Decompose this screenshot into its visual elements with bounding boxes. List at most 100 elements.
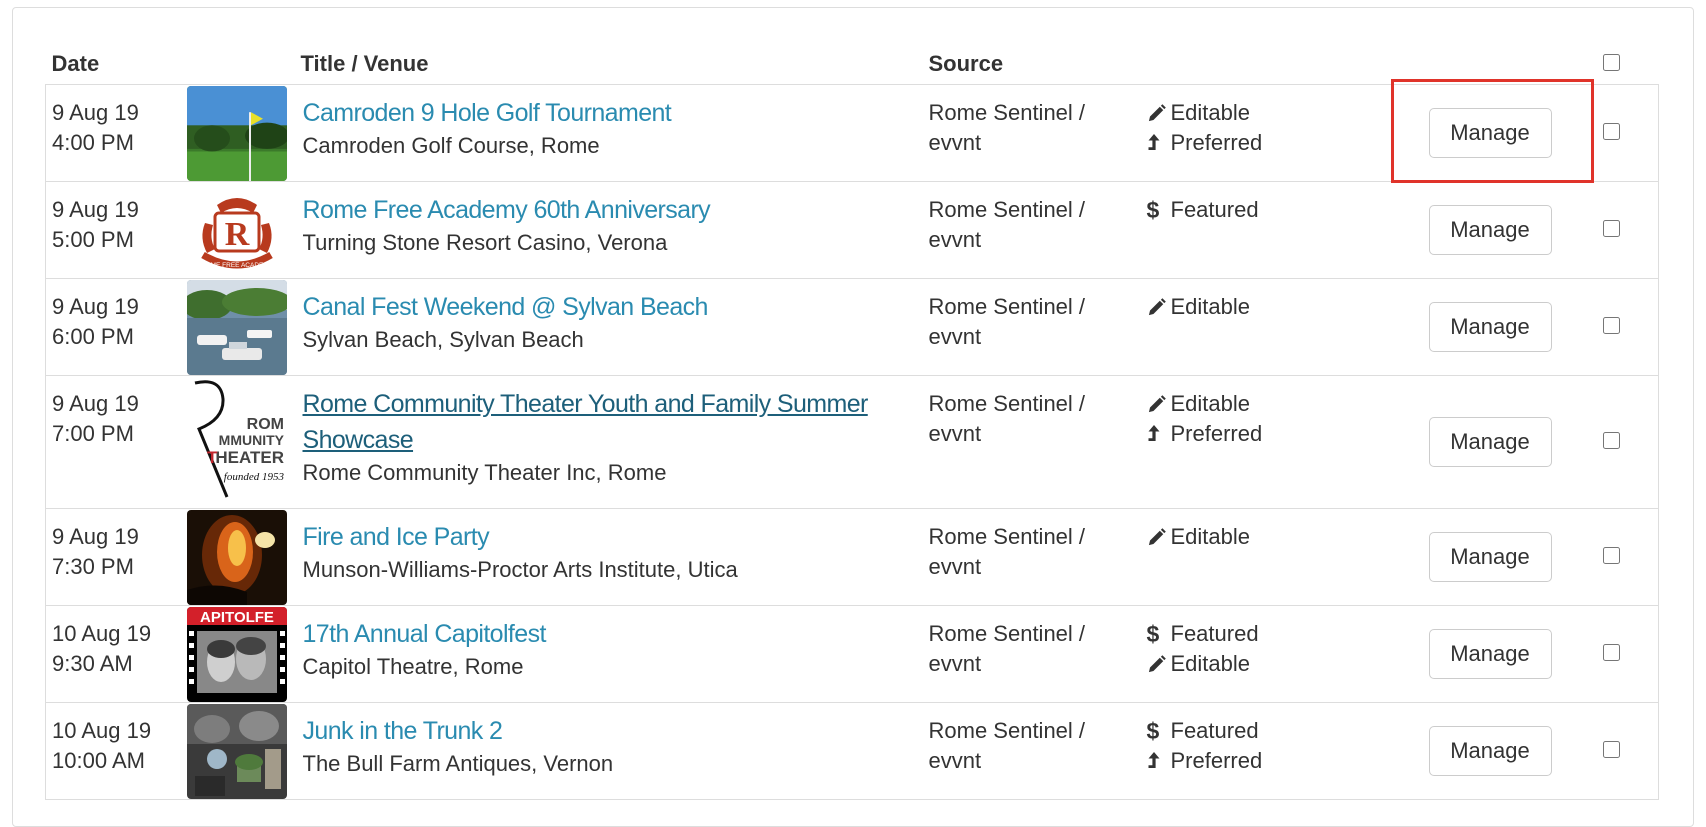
select-cell bbox=[1582, 84, 1659, 182]
event-time: 4:00 PM bbox=[52, 130, 134, 155]
row-select-checkbox[interactable] bbox=[1602, 432, 1620, 449]
source-column-header: Source bbox=[922, 44, 1141, 85]
source-cell: Rome Sentinel / evvnt bbox=[922, 84, 1141, 182]
pencil-icon bbox=[1147, 297, 1171, 317]
table-row: 9 Aug 19 7:30 PM Fire and Ice Party Muns… bbox=[45, 508, 1659, 606]
event-venue: Rome Community Theater Inc, Rome bbox=[302, 460, 667, 485]
event-date: 9 Aug 19 bbox=[52, 391, 139, 416]
row-select-checkbox[interactable] bbox=[1602, 317, 1620, 334]
source-line: Rome Sentinel / bbox=[928, 391, 1086, 416]
flag-label: Preferred bbox=[1170, 421, 1263, 446]
row-select-checkbox[interactable] bbox=[1602, 123, 1620, 140]
event-thumbnail[interactable]: ROM MMUNITY HEATER Tfounded 1953 bbox=[186, 377, 287, 508]
event-date: 9 Aug 19 bbox=[52, 197, 139, 222]
event-title-link[interactable]: 17th Annual Capitolfest bbox=[303, 616, 923, 652]
select-cell bbox=[1582, 508, 1659, 606]
pencil-icon bbox=[1147, 654, 1171, 674]
event-thumbnail[interactable]: APITOLFE bbox=[186, 607, 287, 702]
thumb-cell: APITOLFE bbox=[186, 605, 295, 703]
manage-button[interactable]: Manage bbox=[1428, 726, 1552, 776]
row-select-checkbox[interactable] bbox=[1602, 741, 1620, 758]
event-title-link[interactable]: Canal Fest Weekend @ Sylvan Beach bbox=[303, 289, 923, 325]
date-cell: 10 Aug 19 9:30 AM bbox=[45, 605, 187, 703]
event-title-link[interactable]: Junk in the Trunk 2 bbox=[303, 713, 923, 749]
source-line: Rome Sentinel / bbox=[928, 621, 1086, 646]
source-line: evvnt bbox=[928, 324, 982, 349]
event-thumbnail[interactable] bbox=[186, 704, 287, 799]
manage-button[interactable]: Manage bbox=[1428, 108, 1552, 158]
flag-label: Featured bbox=[1170, 197, 1259, 222]
flags-cell: Editable Preferred bbox=[1140, 375, 1329, 509]
table-row: 10 Aug 19 10:00 AM Junk in the Trunk 2 T… bbox=[45, 702, 1659, 800]
dollar-icon: $ bbox=[1146, 197, 1160, 223]
manage-cell: Manage bbox=[1328, 508, 1583, 606]
manage-cell: Manage bbox=[1328, 278, 1583, 376]
svg-text:R: R bbox=[224, 216, 249, 253]
source-line: evvnt bbox=[928, 130, 982, 155]
row-select-checkbox[interactable] bbox=[1602, 220, 1620, 237]
select-all-checkbox[interactable] bbox=[1602, 54, 1620, 71]
manage-cell: Manage bbox=[1328, 84, 1583, 182]
event-thumbnail[interactable] bbox=[186, 86, 287, 181]
manage-cell: Manage bbox=[1328, 375, 1583, 509]
flag-editable: Editable bbox=[1147, 522, 1329, 552]
event-time: 10:00 AM bbox=[52, 748, 145, 773]
dollar-icon: $ bbox=[1146, 718, 1160, 744]
manage-cell: Manage bbox=[1328, 702, 1583, 800]
source-cell: Rome Sentinel / evvnt bbox=[922, 181, 1141, 279]
event-venue: Sylvan Beach, Sylvan Beach bbox=[302, 327, 584, 352]
event-thumbnail[interactable] bbox=[186, 280, 287, 375]
svg-text:MMUNITY: MMUNITY bbox=[218, 432, 284, 448]
source-line: Rome Sentinel / bbox=[928, 294, 1086, 319]
title-venue-cell: Camroden 9 Hole Golf Tournament Camroden… bbox=[294, 84, 923, 182]
date-cell: 9 Aug 19 6:00 PM bbox=[45, 278, 187, 376]
date-cell: 9 Aug 19 7:30 PM bbox=[45, 508, 187, 606]
select-cell bbox=[1582, 605, 1659, 703]
source-line: evvnt bbox=[928, 651, 982, 676]
events-table: Date Title / Venue Source 9 Aug 19 4:00 … bbox=[45, 44, 1659, 800]
manage-button[interactable]: Manage bbox=[1428, 205, 1552, 255]
flag-label: Featured bbox=[1170, 621, 1259, 646]
event-date: 9 Aug 19 bbox=[52, 524, 139, 549]
manage-button[interactable]: Manage bbox=[1428, 532, 1552, 582]
table-header-row: Date Title / Venue Source bbox=[45, 44, 1659, 85]
manage-button[interactable]: Manage bbox=[1428, 302, 1552, 352]
event-venue: Munson-Williams-Proctor Arts Institute, … bbox=[302, 557, 738, 582]
event-venue: Capitol Theatre, Rome bbox=[302, 654, 524, 679]
source-line: Rome Sentinel / bbox=[928, 197, 1086, 222]
flag-preferred: Preferred bbox=[1147, 746, 1329, 776]
event-date: 9 Aug 19 bbox=[52, 100, 139, 125]
flag-editable: Editable bbox=[1147, 389, 1329, 419]
thumb-cell: ROM MMUNITY HEATER Tfounded 1953 bbox=[186, 375, 295, 509]
source-line: evvnt bbox=[928, 421, 982, 446]
flags-cell: Editable bbox=[1140, 278, 1329, 376]
row-select-checkbox[interactable] bbox=[1602, 547, 1620, 564]
event-thumbnail[interactable] bbox=[186, 510, 287, 605]
manage-button[interactable]: Manage bbox=[1428, 417, 1552, 467]
theater-logo-text: ROM bbox=[246, 416, 283, 433]
flag-label: Editable bbox=[1170, 524, 1251, 549]
svg-text:founded 1953: founded 1953 bbox=[223, 471, 284, 483]
thumb-cell bbox=[186, 84, 295, 182]
event-title-link[interactable]: Camroden 9 Hole Golf Tournament bbox=[303, 95, 923, 131]
flag-editable: Editable bbox=[1147, 98, 1329, 128]
manage-cell: Manage bbox=[1328, 605, 1583, 703]
flags-column-header bbox=[1140, 44, 1329, 85]
capitolfest-logo-text: APITOLFE bbox=[200, 609, 274, 626]
event-title-link[interactable]: Rome Free Academy 60th Anniversary bbox=[303, 192, 923, 228]
date-cell: 9 Aug 19 4:00 PM bbox=[45, 84, 187, 182]
event-thumbnail[interactable]: R ROME FREE ACADEMY bbox=[186, 183, 287, 278]
event-title-link[interactable]: Fire and Ice Party bbox=[303, 519, 923, 555]
row-select-checkbox[interactable] bbox=[1602, 644, 1620, 661]
arrow-up-icon bbox=[1147, 751, 1171, 771]
event-title-link[interactable]: Rome Community Theater Youth and Family … bbox=[303, 386, 923, 458]
flags-cell: $ Featured Editable bbox=[1140, 605, 1329, 703]
flags-cell: Editable Preferred bbox=[1140, 84, 1329, 182]
flags-cell: $ Featured Preferred bbox=[1140, 702, 1329, 800]
flags-cell: $ Featured bbox=[1140, 181, 1329, 279]
flag-featured: $ Featured bbox=[1147, 716, 1329, 746]
source-line: evvnt bbox=[928, 227, 982, 252]
flags-cell: Editable bbox=[1140, 508, 1329, 606]
manage-button[interactable]: Manage bbox=[1428, 629, 1552, 679]
event-venue: Camroden Golf Course, Rome bbox=[302, 133, 600, 158]
